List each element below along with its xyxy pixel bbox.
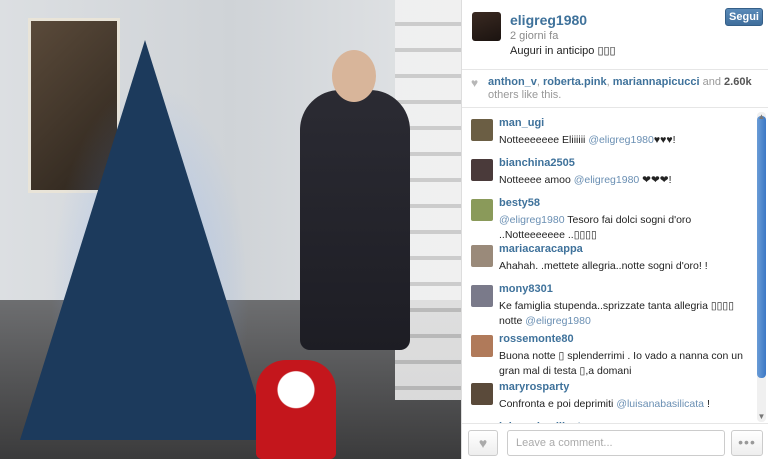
post-timestamp[interactable]: 2 giorni fa bbox=[510, 30, 558, 42]
liker-name[interactable]: roberta.pink bbox=[543, 76, 607, 88]
post-video[interactable] bbox=[0, 0, 461, 459]
comment-text: Ke famiglia stupenda..sprizzate tanta al… bbox=[499, 300, 734, 327]
liker-name[interactable]: mariannapicucci bbox=[613, 76, 700, 88]
comment-item: besty58 @eligreg1980 Tesoro fai dolci so… bbox=[462, 190, 756, 241]
comments-scrollbar[interactable] bbox=[757, 112, 766, 422]
comment-username[interactable]: man_ugi bbox=[499, 117, 756, 130]
comment-text: Confronta e poi deprimiti @luisanabasili… bbox=[499, 398, 710, 410]
comments-list: man_ugi Notteeeeeee Eliiiiii @eligreg198… bbox=[462, 110, 756, 423]
comment-item: bianchina2505 Notteeee amoo @eligreg1980… bbox=[462, 150, 756, 190]
comment-item: maryrosparty Confronta e poi deprimiti @… bbox=[462, 374, 756, 414]
comment-footer: ♥ ••• bbox=[462, 423, 768, 459]
avatar[interactable] bbox=[471, 159, 493, 181]
mention-link[interactable]: @luisanabasilicata bbox=[616, 398, 704, 410]
comment-text: Notteeeeeee Eliiiiii @eligreg1980♥♥♥! bbox=[499, 134, 676, 146]
person-head bbox=[332, 50, 376, 102]
avatar[interactable] bbox=[471, 335, 493, 357]
post-header: eligreg1980 2 giorni fa Auguri in antici… bbox=[462, 0, 768, 70]
heart-icon: ♥ bbox=[478, 435, 488, 451]
comment-username[interactable]: bianchina2505 bbox=[499, 157, 756, 170]
mention-link[interactable]: @eligreg1980 bbox=[499, 214, 565, 226]
post-sidebar: eligreg1980 2 giorni fa Auguri in antici… bbox=[461, 0, 768, 459]
santa-figure bbox=[256, 360, 336, 459]
heart-icon: ♥ bbox=[471, 76, 479, 90]
comment-item: luisanabasilicata bbox=[462, 414, 756, 423]
more-options-button[interactable]: ••• bbox=[731, 430, 763, 456]
comment-text: Ahahah. .mettete allegria..notte sogni d… bbox=[499, 260, 708, 272]
like-button[interactable]: ♥ bbox=[468, 430, 498, 456]
mention-link[interactable]: @eligreg1980 bbox=[574, 174, 640, 186]
comment-username[interactable]: maryrosparty bbox=[499, 381, 756, 394]
comment-username[interactable]: besty58 bbox=[499, 197, 756, 210]
post-username[interactable]: eligreg1980 bbox=[510, 12, 587, 28]
avatar[interactable] bbox=[471, 119, 493, 141]
comment-username[interactable]: rossemonte80 bbox=[499, 333, 756, 346]
comment-item: rossemonte80 Buona notte ▯ splenderrimi … bbox=[462, 326, 756, 377]
post-caption: Auguri in anticipo ▯▯▯ bbox=[510, 45, 616, 57]
comment-item: mariacaracappa Ahahah. .mettete allegria… bbox=[462, 236, 756, 276]
likes-count[interactable]: 2.60k bbox=[724, 76, 752, 88]
follow-button[interactable]: Segui bbox=[725, 8, 763, 26]
avatar[interactable] bbox=[471, 199, 493, 221]
scroll-thumb[interactable] bbox=[757, 116, 766, 378]
comment-item: mony8301 Ke famiglia stupenda..sprizzate… bbox=[462, 276, 756, 327]
comment-username[interactable]: mariacaracappa bbox=[499, 243, 756, 256]
comment-text: Notteeee amoo @eligreg1980 ❤❤❤! bbox=[499, 174, 672, 186]
avatar[interactable] bbox=[471, 245, 493, 267]
person-figure bbox=[300, 90, 410, 350]
christmas-tree bbox=[20, 40, 270, 440]
comment-input[interactable] bbox=[507, 430, 725, 456]
liker-name[interactable]: anthon_v bbox=[488, 76, 537, 88]
avatar[interactable] bbox=[471, 383, 493, 405]
comment-item: man_ugi Notteeeeeee Eliiiiii @eligreg198… bbox=[462, 110, 756, 150]
avatar[interactable] bbox=[472, 12, 501, 41]
comment-username[interactable]: mony8301 bbox=[499, 283, 756, 296]
scroll-up-icon[interactable]: ▲ bbox=[757, 112, 766, 121]
avatar[interactable] bbox=[471, 285, 493, 307]
likes-summary: ♥ anthon_v, roberta.pink, mariannapicucc… bbox=[462, 70, 768, 108]
scroll-down-icon[interactable]: ▼ bbox=[757, 412, 766, 421]
mention-link[interactable]: @eligreg1980 bbox=[588, 134, 654, 146]
